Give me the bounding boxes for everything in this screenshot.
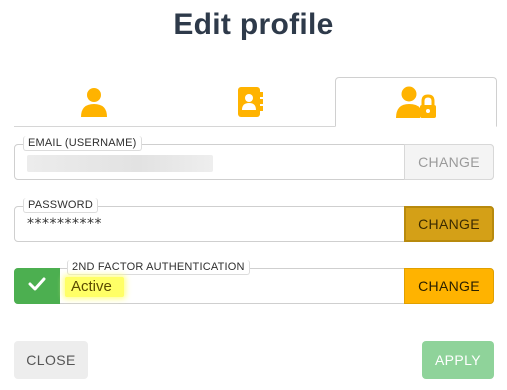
contact-book-icon: [235, 86, 265, 118]
close-button[interactable]: CLOSE: [14, 341, 88, 379]
tab-profile[interactable]: [14, 78, 174, 126]
user-lock-icon: [395, 85, 437, 119]
change-two-factor-button[interactable]: CHANGE: [404, 268, 494, 304]
two-factor-field: 2ND FACTOR AUTHENTICATION Active CHANGE: [14, 260, 494, 304]
email-field: EMAIL (USERNAME) CHANGE: [14, 136, 494, 180]
dialog-title: Edit profile: [173, 8, 334, 41]
apply-button[interactable]: APPLY: [422, 341, 494, 379]
tab-contacts[interactable]: [170, 78, 330, 126]
password-field: PASSWORD ********** CHANGE: [14, 198, 494, 242]
checkmark-icon: [28, 277, 46, 296]
email-label: EMAIL (USERNAME): [23, 136, 142, 151]
email-value-blurred: [27, 155, 213, 172]
tab-security[interactable]: [335, 77, 497, 127]
two-factor-status: Active: [65, 277, 124, 297]
two-factor-status-check: [14, 268, 60, 304]
password-label: PASSWORD: [23, 198, 98, 213]
change-password-button[interactable]: CHANGE: [404, 206, 494, 242]
user-icon: [79, 86, 109, 118]
change-email-button[interactable]: CHANGE: [404, 144, 494, 180]
password-value: **********: [27, 216, 102, 232]
two-factor-label: 2ND FACTOR AUTHENTICATION: [67, 260, 250, 275]
